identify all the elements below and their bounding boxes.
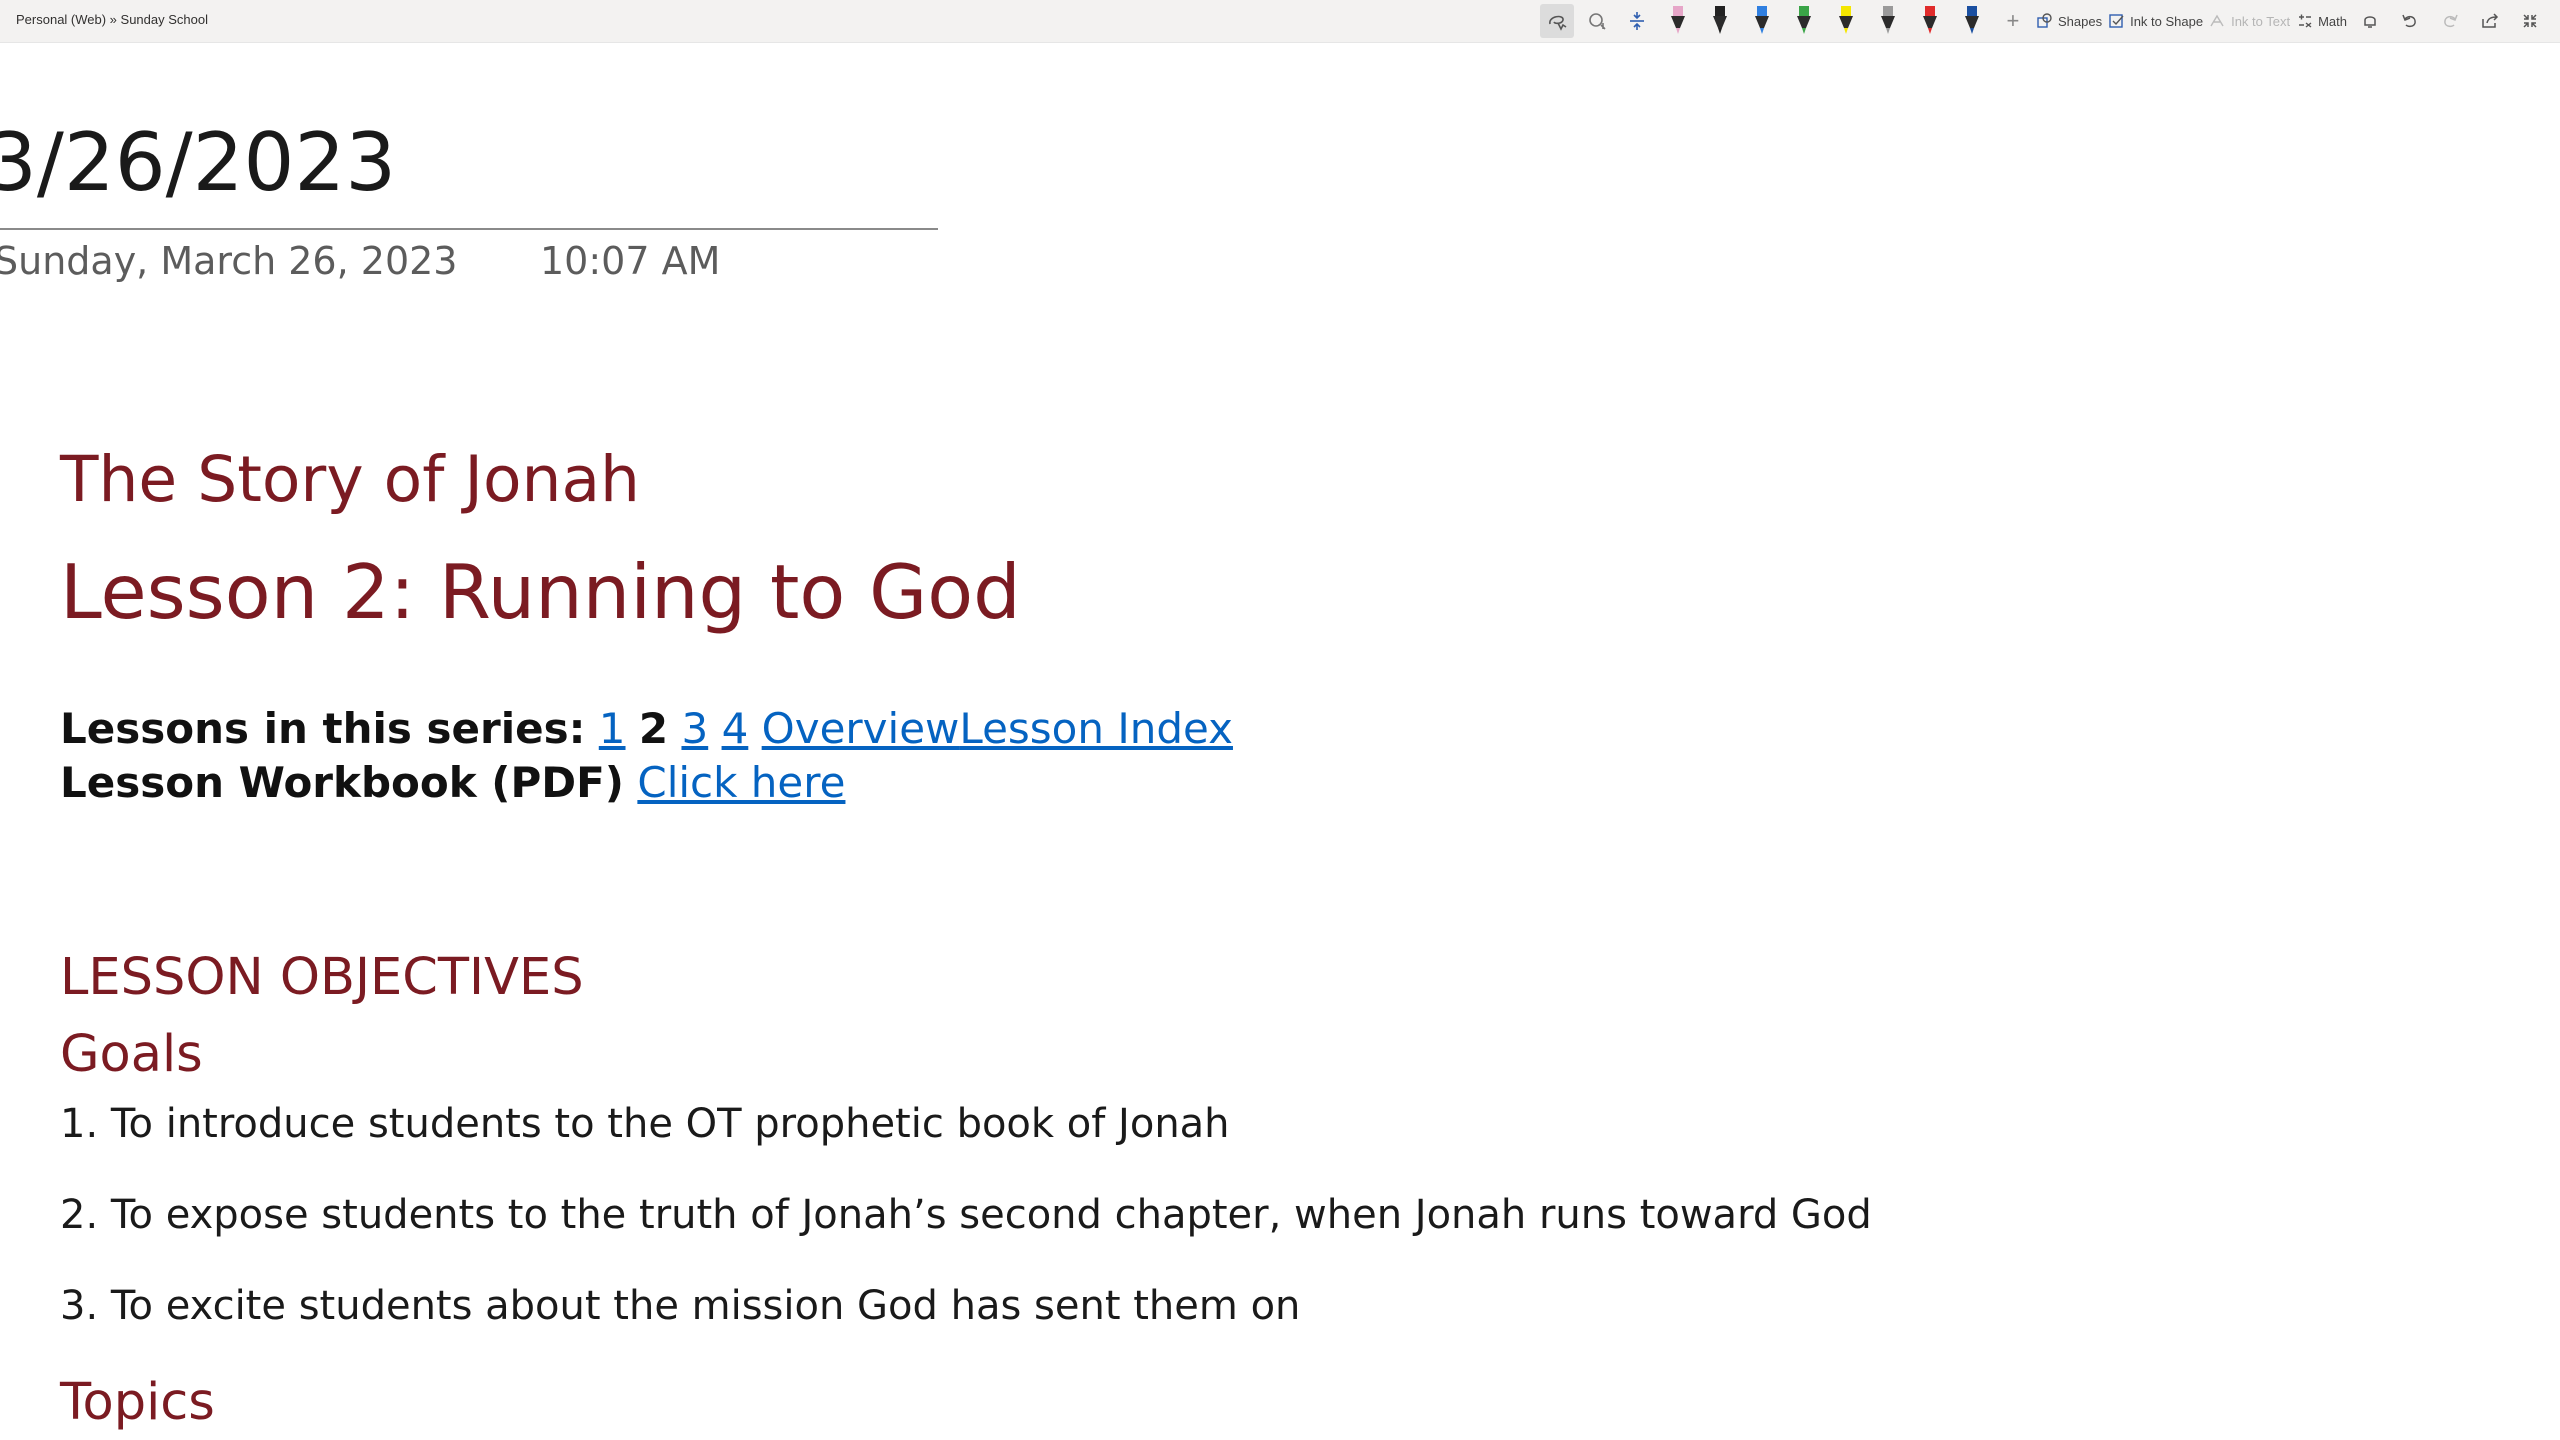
workbook-line: Lesson Workbook (PDF) Click here [60,758,845,807]
pen-2-icon[interactable] [1703,4,1737,38]
page-date: Sunday, March 26, 2023 [0,239,458,283]
pen-7-icon[interactable] [1913,4,1947,38]
plus-icon: + [2006,8,2020,33]
share-icon[interactable] [2473,4,2507,38]
ink-to-text-label: Ink to Text [2231,13,2291,29]
ribbon-toolbar: Personal (Web) » Sunday School + Shapes … [0,0,2560,43]
add-pen-button[interactable]: + [1996,4,2030,38]
lesson-link-3[interactable]: 3 [681,704,708,753]
math-label: Math [2318,13,2347,29]
add-space-icon[interactable] [1620,4,1654,38]
objectives-heading: LESSON OBJECTIVES [60,948,584,1007]
goal-item-2: 2. To expose students to the truth of Jo… [60,1192,1872,1238]
ink-to-shape-label: Ink to Shape [2130,13,2204,29]
story-title: The Story of Jonah [60,443,640,516]
breadcrumb[interactable]: Personal (Web) » Sunday School [16,12,208,27]
workbook-link[interactable]: Click here [637,758,845,807]
pen-4-icon[interactable] [1787,4,1821,38]
lasso-select-icon[interactable] [1539,4,1574,38]
draw-tools: + Shapes Ink to Shape Ink to Text Math [1537,0,2550,42]
lesson-link-4[interactable]: 4 [722,704,749,753]
page-time: 10:07 AM [540,239,721,283]
redo-icon[interactable] [2433,4,2467,38]
goal-item-1: 1. To introduce students to the OT proph… [60,1101,1230,1147]
shapes-button[interactable]: Shapes [2036,4,2102,38]
pen-gallery [1657,4,1993,38]
lesson-index-link[interactable]: Lesson Index [959,704,1233,753]
current-lesson-number: 2 [638,704,669,753]
note-page: 3/26/2023 Sunday, March 26, 2023 10:07 A… [0,43,2560,1440]
lessons-series-line: Lessons in this series: 1 2 3 4 Overview… [60,704,1233,753]
topics-heading: Topics [60,1373,215,1432]
title-underline [0,228,938,230]
lesson-title: Lesson 2: Running to God [60,548,1021,636]
math-icon [2299,14,2312,28]
overview-link[interactable]: Overview [762,704,960,753]
goals-heading: Goals [60,1025,203,1084]
lesson-link-1[interactable]: 1 [599,704,626,753]
pen-6-icon[interactable] [1871,4,1905,38]
ink-to-text-button[interactable]: Ink to Text [2209,4,2290,38]
eraser-icon[interactable] [1580,4,1614,38]
pen-1-icon[interactable] [1661,4,1695,38]
math-button[interactable]: Math [2296,4,2347,38]
ink-to-shape-icon [2109,14,2124,28]
undo-icon[interactable] [2393,4,2427,38]
collapse-ribbon-icon[interactable] [2513,4,2547,38]
shapes-icon [2037,13,2052,28]
ink-to-shape-button[interactable]: Ink to Shape [2108,4,2203,38]
goal-item-3: 3. To excite students about the mission … [60,1283,1301,1329]
lessons-label: Lessons in this series: [60,704,586,753]
pen-8-icon[interactable] [1955,4,1989,38]
workbook-label: Lesson Workbook (PDF) [60,758,625,807]
notification-bell-icon[interactable] [2353,4,2387,38]
ink-to-text-icon [2210,14,2224,27]
pen-5-icon[interactable] [1829,4,1863,38]
pen-3-icon[interactable] [1745,4,1779,38]
shapes-label: Shapes [2057,13,2103,29]
page-title[interactable]: 3/26/2023 [0,116,396,209]
